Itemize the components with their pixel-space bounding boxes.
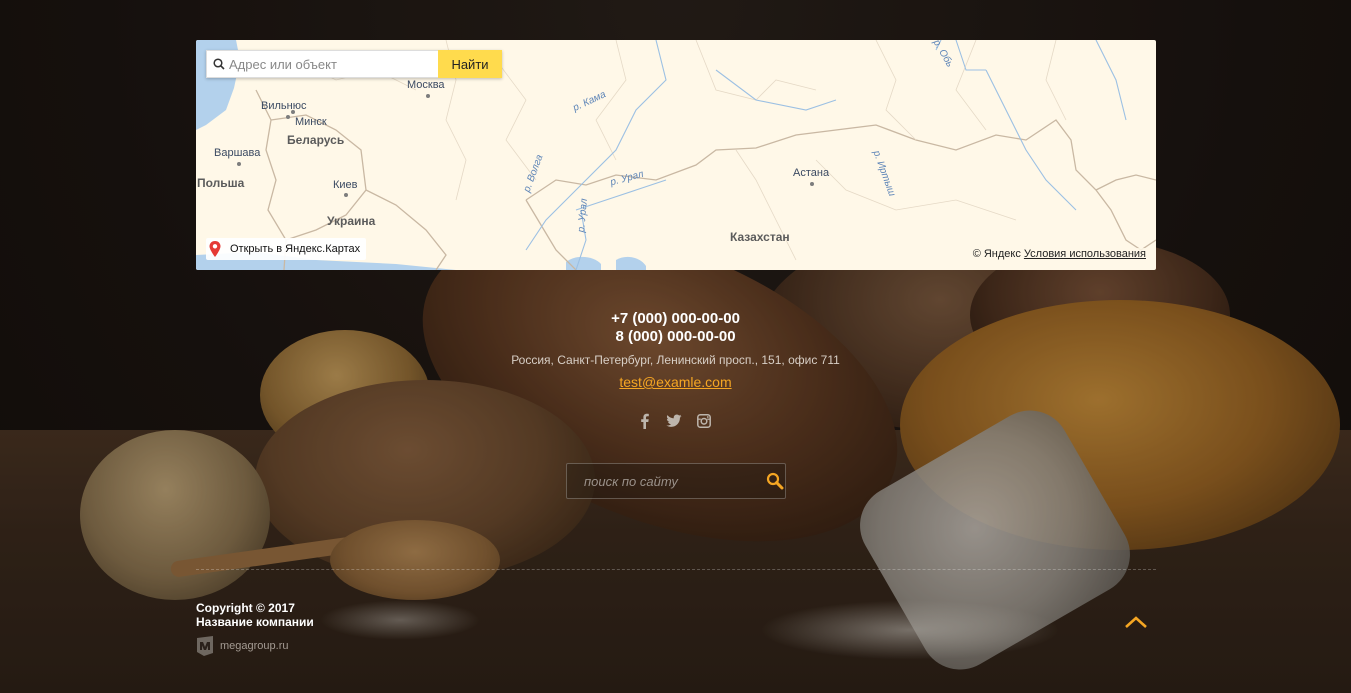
map-label-warsaw: Варшава [214,147,261,159]
scroll-to-top-button[interactable] [1124,614,1148,634]
city-dot [810,182,814,186]
twitter-icon[interactable] [666,412,682,430]
terms-of-use-link[interactable]: Условия использования [1024,248,1146,260]
site-search-button[interactable] [764,464,785,498]
contacts-block: +7 (000) 000-00-00 8 (000) 000-00-00 Рос… [0,310,1351,392]
map-label-vilnius: Вильнюс [261,100,307,112]
site-search-input[interactable] [567,472,764,490]
map-label-belarus: Беларусь [287,133,345,147]
city-dot [426,94,430,98]
map-label-astana: Астана [793,167,830,179]
open-in-yandex-maps-label: Открыть в Яндекс.Картах [230,243,361,255]
email-link[interactable]: test@examle.com [619,374,731,390]
site-search-box [566,463,786,499]
phone-primary[interactable]: +7 (000) 000-00-00 [0,310,1351,328]
megagroup-label: megagroup.ru [220,640,289,652]
map-label-kyiv: Киев [333,179,358,191]
search-icon [213,58,225,70]
copyright-text: Copyright © 2017 [196,601,295,615]
megagroup-logo-icon [197,636,213,656]
map-label-minsk: Минск [295,116,327,128]
map-label-kazakhstan: Казахстан [730,230,790,244]
map-label-moscow: Москва [407,79,445,91]
instagram-icon[interactable] [696,412,712,430]
city-dot [344,193,348,197]
facebook-icon[interactable] [636,412,652,430]
phone-secondary[interactable]: 8 (000) 000-00-00 [0,328,1351,346]
footer-copyright: Copyright © 2017 Название компании [196,601,314,629]
yandex-copyright: © Яндекс [972,248,1021,260]
company-name: Название компании [196,615,314,629]
map-widget[interactable]: Вильнюс Минск Беларусь Варшава Польша Ки… [196,40,1156,270]
map-search-button[interactable]: Найти [438,50,502,78]
map-search-input[interactable] [225,56,429,72]
search-icon [766,472,783,490]
map-copyright: © Яндекс Условия использования [970,248,1148,260]
city-dot [286,115,290,119]
social-links [636,412,712,430]
footer-divider [196,569,1156,570]
map-label-poland: Польша [197,176,245,190]
map-label-ukraine: Украина [327,214,376,228]
map-pin-icon [209,241,221,257]
chevron-up-icon [1125,616,1147,628]
map-search-bar: Найти [206,50,502,78]
megagroup-link[interactable]: megagroup.ru [196,636,289,656]
map-search-field[interactable] [206,50,438,78]
open-in-yandex-maps-link[interactable]: Открыть в Яндекс.Картах [206,238,367,260]
address: Россия, Санкт-Петербург, Ленинский просп… [511,353,840,367]
city-dot [237,162,241,166]
